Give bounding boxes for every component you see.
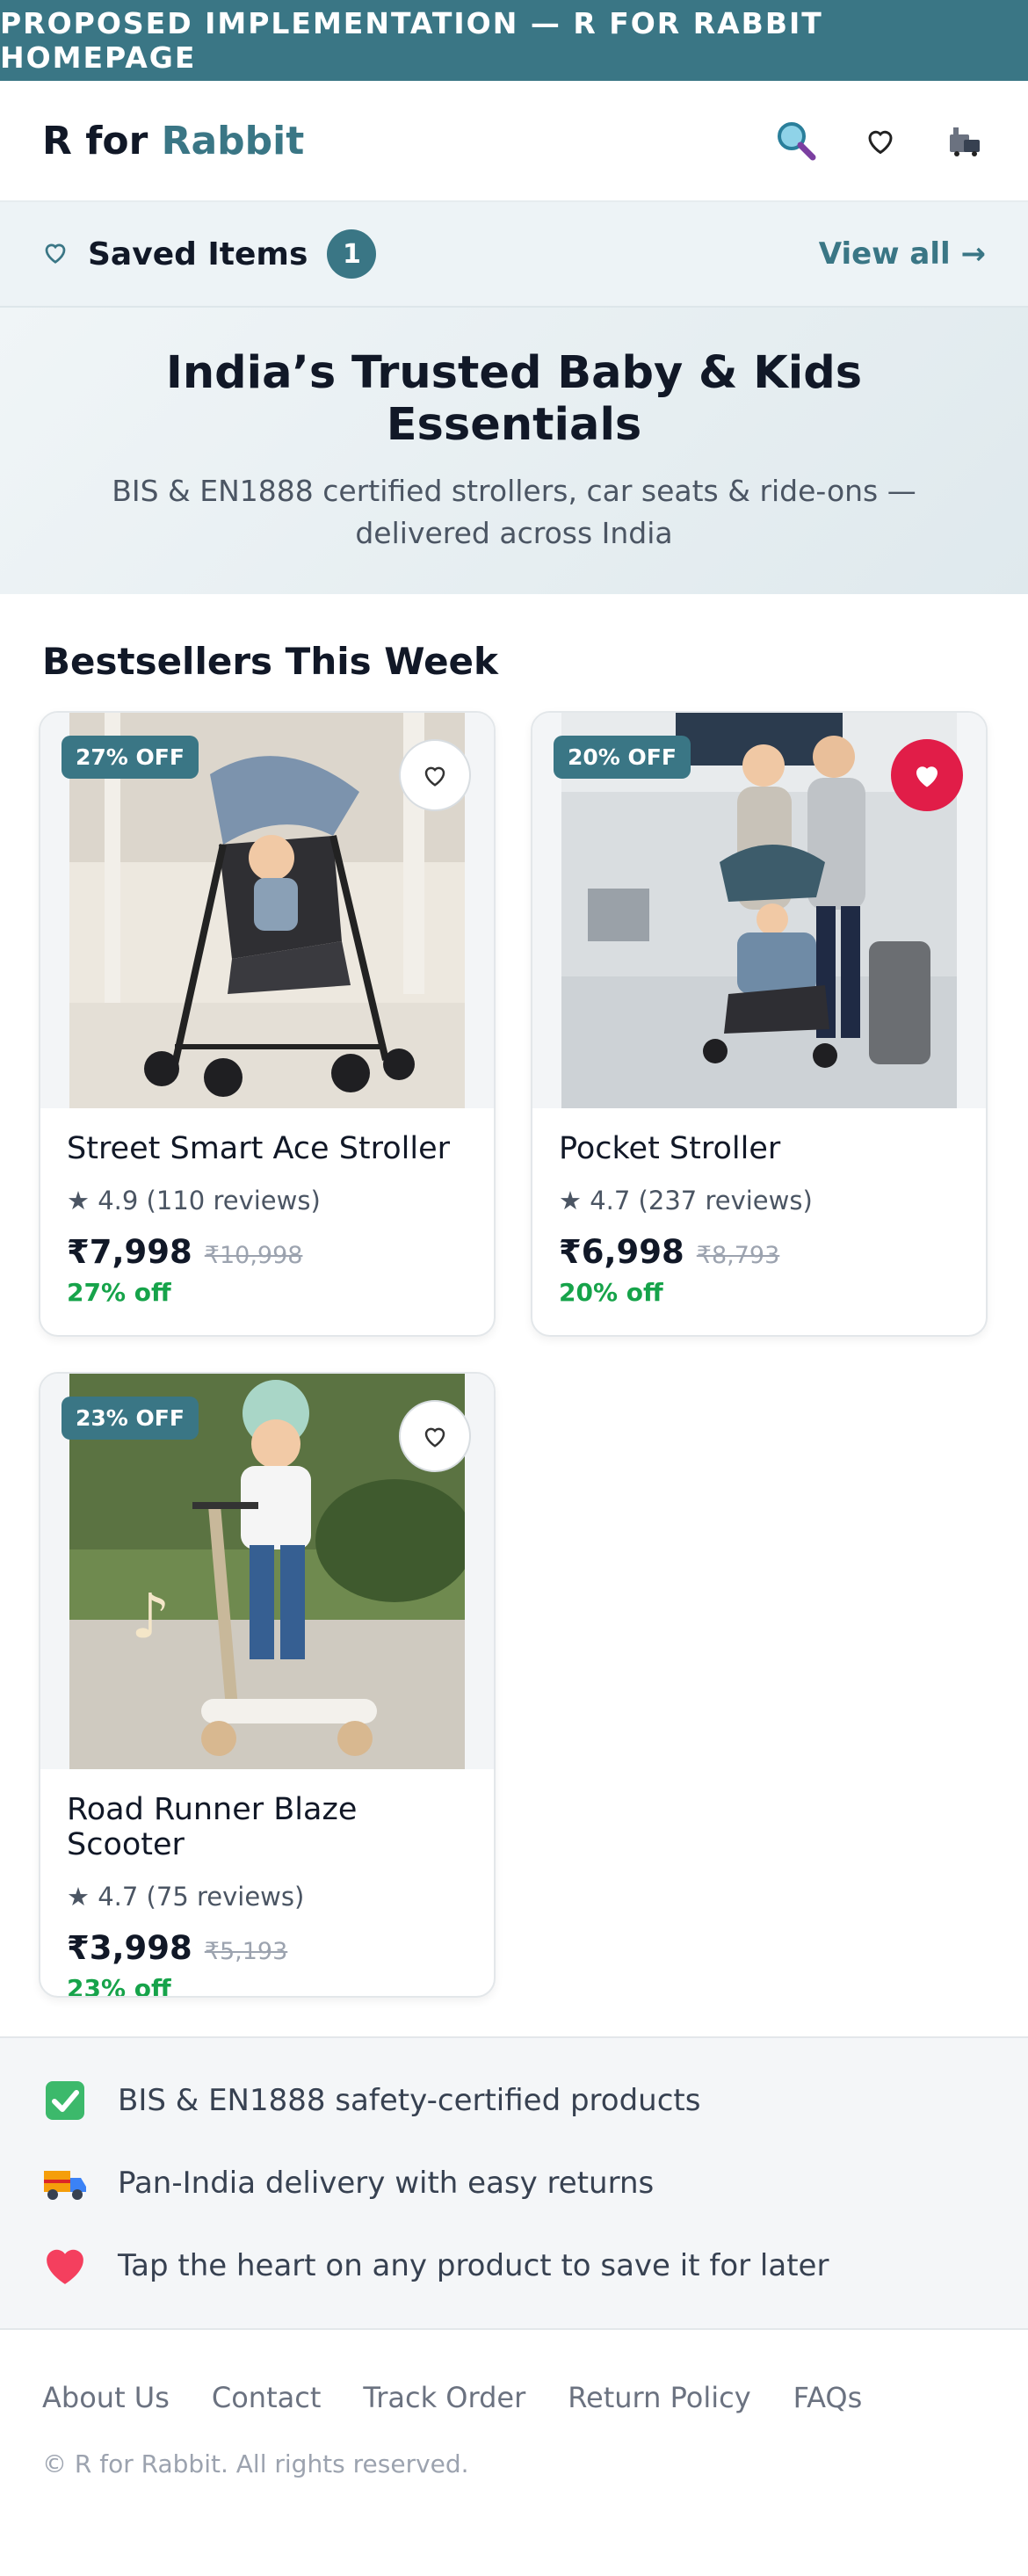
product-rating: ★ 4.7 (237 reviews) [559,1186,813,1215]
discount-text: 20% off [559,1278,663,1307]
product-name[interactable]: Street Smart Ace Stroller [67,1131,467,1166]
banner-text: PROPOSED IMPLEMENTATION — R FOR RABBIT H… [0,6,823,75]
product-mrp: ₹8,793 [696,1242,780,1269]
footer-link-contact[interactable]: Contact [212,2381,322,2414]
product-info: Road Runner Blaze Scooter ★ 4.7 (75 revi… [40,1769,494,1998]
header-actions [775,120,986,162]
site-logo[interactable]: R for Rabbit [42,119,304,163]
trust-item: BIS & EN1888 safety-certified products [42,2059,986,2142]
footer-link-faqs[interactable]: FAQs [793,2381,863,2414]
svg-text:♪: ♪ [131,1580,170,1652]
search-icon[interactable] [775,120,817,162]
site-header: R for Rabbit [0,81,1028,202]
product-card[interactable]: 20% OFF Pocket Stroller ★ 4.7 (237 revie… [531,711,988,1337]
view-all-link[interactable]: View all → [819,236,986,272]
save-heart-button-active[interactable] [891,739,963,811]
discount-text: 23% off [67,1974,171,1998]
site-footer: About Us Contact Track Order Return Poli… [0,2330,1028,2478]
product-image-area: 20% OFF [532,713,986,1108]
footer-link-about[interactable]: About Us [42,2381,170,2414]
product-image-area: 27% OFF [40,713,494,1108]
footer-link-track-order[interactable]: Track Order [363,2381,525,2414]
saved-items-summary[interactable]: Saved Items 1 [42,229,377,279]
logo-prefix: R for [42,118,162,163]
hero-section: India’s Trusted Baby & Kids Essentials B… [0,308,1028,594]
product-rating: ★ 4.9 (110 reviews) [67,1186,321,1215]
saved-items-count-badge: 1 [327,229,377,279]
announcement-banner: PROPOSED IMPLEMENTATION — R FOR RABBIT H… [0,0,1028,81]
truck-icon [42,2160,88,2206]
hero-title: India’s Trusted Baby & Kids Essentials [165,347,863,451]
heart-filled-icon [916,766,938,787]
heart-outline-icon [42,239,69,269]
saved-items-label: Saved Items [88,236,308,272]
product-name[interactable]: Pocket Stroller [559,1131,959,1166]
check-icon [42,2078,88,2123]
discount-badge: 20% OFF [554,736,691,779]
product-info: Pocket Stroller ★ 4.7 (237 reviews) ₹6,9… [532,1108,986,1330]
product-card[interactable]: ♪ 23% OFF Road Runner Blaze Scooter ★ 4.… [39,1372,496,1998]
price-row: ₹6,998 ₹8,793 [559,1233,959,1271]
logo-accent: Rabbit [161,118,305,163]
footer-links: About Us Contact Track Order Return Poli… [42,2381,986,2414]
trust-text: BIS & EN1888 safety-certified products [118,2083,701,2118]
trust-text: Pan-India delivery with easy returns [118,2166,655,2201]
product-price: ₹6,998 [559,1233,684,1271]
copyright-text: © R for Rabbit. All rights reserved. [42,2449,469,2478]
discount-text: 27% off [67,1278,171,1307]
product-mrp: ₹5,193 [204,1938,288,1965]
product-rating: ★ 4.7 (75 reviews) [67,1882,305,1912]
heart-icon [42,2243,88,2289]
heart-outline-icon [424,766,445,787]
discount-badge: 23% OFF [62,1397,199,1440]
footer-link-return-policy[interactable]: Return Policy [568,2381,750,2414]
saved-items-bar: Saved Items 1 View all → [0,202,1028,308]
trust-text: Tap the heart on any product to save it … [118,2248,829,2283]
product-card[interactable]: 27% OFF Street Smart Ace Stroller ★ 4.9 … [39,711,496,1337]
product-mrp: ₹10,998 [204,1242,303,1269]
price-row: ₹7,998 ₹10,998 [67,1233,467,1271]
price-row: ₹3,998 ₹5,193 [67,1929,467,1967]
heart-icon[interactable] [859,120,901,162]
trust-section: BIS & EN1888 safety-certified products P… [0,2036,1028,2330]
save-heart-button[interactable] [399,1400,471,1472]
product-name[interactable]: Road Runner Blaze Scooter [67,1792,467,1862]
trust-item: Pan-India delivery with easy returns [42,2142,986,2224]
heart-outline-icon [424,1427,445,1448]
product-price: ₹7,998 [67,1233,192,1271]
product-image-area: ♪ 23% OFF [40,1374,494,1769]
save-heart-button[interactable] [399,739,471,811]
discount-badge: 27% OFF [62,736,199,779]
product-price: ₹3,998 [67,1929,192,1967]
product-info: Street Smart Ace Stroller ★ 4.9 (110 rev… [40,1108,494,1330]
product-grid: 27% OFF Street Smart Ace Stroller ★ 4.9 … [0,711,1028,1998]
cart-icon[interactable] [944,120,986,162]
bestsellers-title: Bestsellers This Week [42,640,498,683]
trust-item: Tap the heart on any product to save it … [42,2224,986,2307]
hero-subtitle: BIS & EN1888 certified strollers, car se… [112,474,916,550]
